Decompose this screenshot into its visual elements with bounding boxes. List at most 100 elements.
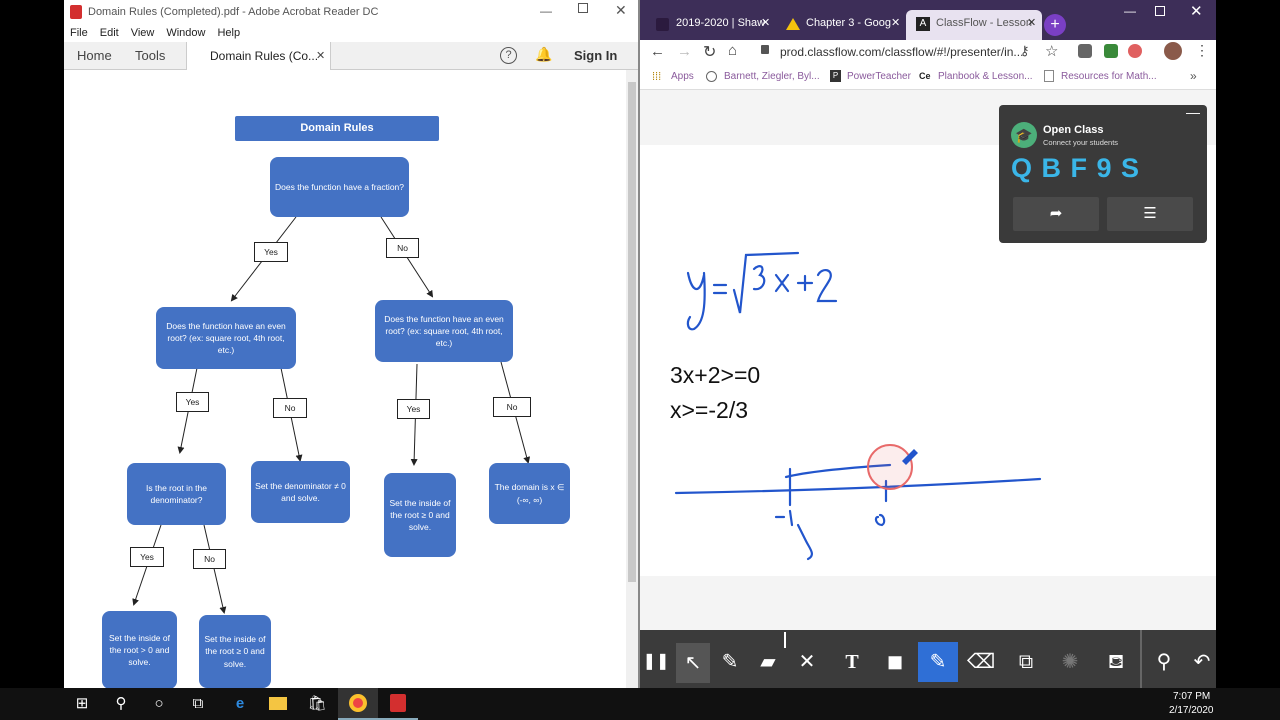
help-icon[interactable]: ?	[500, 47, 517, 64]
label-yes-root-b: Yes	[397, 399, 430, 419]
bookmark-apps[interactable]: Apps	[671, 71, 694, 82]
menu-window[interactable]: Window	[166, 27, 205, 39]
file-explorer-icon[interactable]	[266, 694, 290, 714]
chrome-menu-icon[interactable]: ⋮	[1195, 42, 1209, 59]
acrobat-window: Domain Rules (Completed).pdf - Adobe Acr…	[64, 0, 638, 688]
maximize-icon[interactable]	[1155, 6, 1165, 16]
tab-label: Chapter 3 - Goog	[806, 17, 891, 29]
acrobat-window-title: Domain Rules (Completed).pdf - Adobe Acr…	[88, 6, 379, 18]
bookmark-powerteacher[interactable]: PowerTeacher	[847, 71, 911, 82]
share-button[interactable]: ➦	[1013, 197, 1099, 231]
extension-badge-icon[interactable]	[1104, 44, 1118, 58]
zoom-button[interactable]: ⚲	[1150, 648, 1178, 676]
label-no-denominator: No	[193, 549, 226, 569]
apps-grid-icon[interactable]: ⁞⁞⁞	[652, 71, 661, 83]
bookmark-planbook[interactable]: Planbook & Lesson...	[938, 71, 1033, 82]
planbook-icon: Ce	[919, 71, 931, 81]
collapse-icon[interactable]: —	[1186, 104, 1200, 120]
acrobat-menu-bar: File Edit View Window Help	[64, 24, 638, 42]
powerteacher-icon: P	[830, 70, 841, 82]
canvas-text-solution: x>=-2/3	[670, 397, 748, 423]
window-divider	[638, 0, 640, 688]
color-picker-button[interactable]: ✺	[1056, 648, 1084, 676]
toolbox-button[interactable]: ⧉	[1012, 648, 1040, 676]
close-tools-button[interactable]: ✕	[793, 648, 821, 676]
tab-schedule[interactable]: 2019-2020 | Shaw ✕	[646, 10, 774, 40]
extension-red-icon[interactable]	[1128, 44, 1142, 58]
notification-bell-icon[interactable]: 🔔	[535, 46, 552, 63]
tab-tools[interactable]: Tools	[135, 42, 165, 70]
task-view-icon[interactable]: ⧉	[186, 694, 210, 714]
chrome-tab-strip: 2019-2020 | Shaw ✕ Chapter 3 - Goog ✕ A …	[640, 0, 1216, 40]
label-yes-fraction: Yes	[254, 242, 288, 262]
text-tool-button[interactable]: T	[838, 648, 866, 676]
tab-favicon	[656, 18, 669, 31]
pause-button[interactable]: ❚❚	[642, 648, 670, 676]
menu-view[interactable]: View	[131, 27, 155, 39]
tab-home[interactable]: Home	[77, 42, 112, 70]
start-button[interactable]: ⊞	[70, 694, 94, 714]
scroll-thumb[interactable]	[628, 82, 636, 582]
label-no-root-a: No	[273, 398, 307, 418]
question-even-root-a: Does the function have an even root? (ex…	[156, 307, 296, 369]
bookmark-barnett[interactable]: Barnett, Ziegler, Byl...	[724, 71, 820, 82]
highlighter-tool-button[interactable]: ▰	[754, 648, 782, 676]
desktop-background-right	[1216, 0, 1280, 688]
fill-tool-button[interactable]: ⛾	[1102, 648, 1130, 676]
select-tool-button[interactable]: ↖	[676, 643, 710, 683]
minimize-icon[interactable]: —	[1124, 4, 1136, 18]
cortana-icon[interactable]: ○	[147, 694, 171, 714]
pen-active-button[interactable]: ✎	[918, 642, 958, 682]
chrome-taskbar-icon[interactable]	[338, 688, 378, 720]
maximize-icon[interactable]	[578, 3, 588, 13]
tab-chapter-3[interactable]: Chapter 3 - Goog ✕	[776, 10, 904, 40]
close-icon[interactable]: ✕	[1190, 2, 1203, 20]
store-icon[interactable]: 🛍	[305, 694, 329, 714]
tab-close-icon[interactable]: ✕	[761, 10, 770, 36]
tab-document[interactable]: Domain Rules (Co... ✕	[186, 42, 331, 71]
tab-close-icon[interactable]: ✕	[891, 10, 900, 36]
home-icon[interactable]: ⌂	[728, 42, 737, 59]
tab-classflow[interactable]: A ClassFlow - Lesson ✕	[906, 10, 1042, 40]
undo-button[interactable]: ↶	[1188, 648, 1216, 676]
eraser-tool-button[interactable]: ⌫	[967, 648, 995, 676]
reload-icon[interactable]: ↻	[703, 42, 716, 62]
bookmark-star-icon[interactable]: ☆	[1045, 42, 1058, 60]
clock-time[interactable]: 7:07 PM	[1173, 691, 1210, 702]
open-class-subtitle: Connect your students	[1043, 138, 1119, 147]
clock-date[interactable]: 2/17/2020	[1169, 705, 1214, 716]
key-icon[interactable]: ⚷	[1020, 43, 1030, 59]
pen-tool-button[interactable]: ✎	[716, 648, 744, 676]
edge-icon[interactable]: e	[228, 694, 252, 714]
chrome-window: 2019-2020 | Shaw ✕ Chapter 3 - Goog ✕ A …	[640, 0, 1216, 688]
label-no-fraction: No	[386, 238, 419, 258]
back-icon[interactable]: ←	[650, 43, 665, 60]
close-icon[interactable]: ✕	[615, 2, 627, 19]
pdf-scrollbar[interactable]	[626, 70, 638, 688]
label-no-root-b: No	[493, 397, 531, 417]
extension-icon[interactable]	[1078, 44, 1092, 58]
open-class-title: Open Class	[1043, 124, 1104, 136]
bookmark-resources[interactable]: Resources for Math...	[1061, 71, 1157, 82]
tab-close-icon[interactable]: ✕	[316, 49, 325, 62]
result-denominator: Set the denominator ≠ 0 and solve.	[251, 461, 350, 523]
menu-file[interactable]: File	[70, 27, 88, 39]
address-bar[interactable]: prod.classflow.com/classflow/#!/presente…	[780, 45, 1023, 59]
forward-icon[interactable]: →	[677, 43, 692, 60]
new-tab-button[interactable]: +	[1044, 14, 1066, 36]
question-even-root-b: Does the function have an even root? (ex…	[375, 300, 513, 362]
acrobat-taskbar-icon[interactable]	[378, 688, 418, 720]
more-bookmarks-icon[interactable]: »	[1190, 69, 1197, 83]
menu-edit[interactable]: Edit	[100, 27, 119, 39]
shapes-tool-button[interactable]: ◼	[881, 648, 909, 676]
acrobat-title-bar: Domain Rules (Completed).pdf - Adobe Acr…	[64, 0, 638, 24]
document-icon	[1044, 70, 1054, 82]
menu-help[interactable]: Help	[217, 27, 240, 39]
list-button[interactable]: ☰	[1107, 197, 1193, 231]
search-icon[interactable]: ⚲	[109, 694, 133, 714]
bookmarks-bar: ⁞⁞⁞ Apps Barnett, Ziegler, Byl... P Powe…	[640, 66, 1216, 90]
minimize-icon[interactable]: —	[540, 4, 552, 18]
tab-close-icon[interactable]: ✕	[1027, 10, 1036, 36]
profile-avatar[interactable]	[1164, 42, 1182, 60]
sign-in-button[interactable]: Sign In	[574, 48, 617, 63]
